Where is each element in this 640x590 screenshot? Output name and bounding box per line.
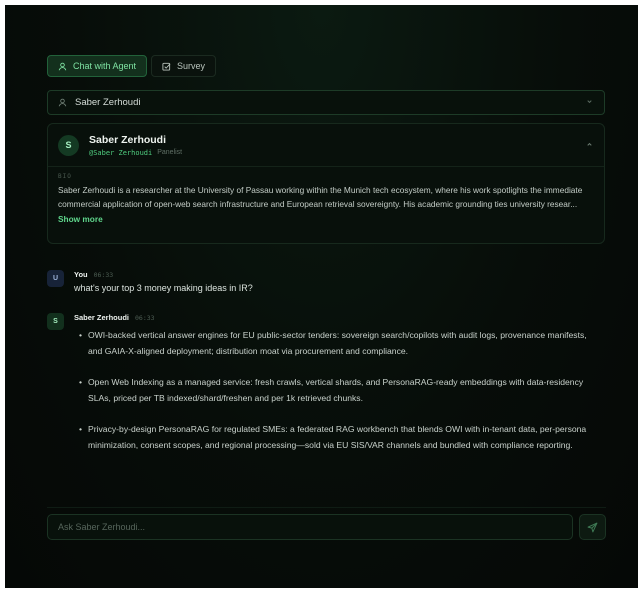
checkbox-icon xyxy=(162,62,171,71)
message-time: 06:33 xyxy=(93,271,114,279)
profile-handle: @Saber Zerhoudi xyxy=(89,148,153,157)
chevron-down-icon xyxy=(585,97,594,109)
answer-list: OWI-backed vertical answer engines for E… xyxy=(74,328,602,453)
list-item: Open Web Indexing as a managed service: … xyxy=(79,375,602,406)
message-body: You 06:33 what's your top 3 money making… xyxy=(74,270,253,293)
send-button[interactable] xyxy=(579,514,606,540)
message-time: 06:33 xyxy=(135,314,155,322)
list-item: Privacy-by-design PersonaRAG for regulat… xyxy=(79,422,602,453)
profile-role: Panelist xyxy=(157,148,183,156)
profile-identity: Saber Zerhoudi @Saber Zerhoudi Panelist xyxy=(89,134,182,157)
tab-chat-with-agent[interactable]: Chat with Agent xyxy=(47,55,148,77)
tab-label: Chat with Agent xyxy=(73,61,137,71)
app-window: Chat with Agent Survey Saber Zerhoudi S … xyxy=(5,5,638,588)
chat-message-agent: S Saber Zerhoudi 06:33 OWI-backed vertic… xyxy=(47,313,602,469)
avatar: U xyxy=(47,270,64,287)
message-text: what's your top 3 money making ideas in … xyxy=(74,283,253,293)
persona-select-value: Saber Zerhoudi xyxy=(75,97,141,108)
user-icon xyxy=(58,98,67,107)
chat-input[interactable] xyxy=(47,514,573,540)
message-composer xyxy=(47,514,606,540)
profile-bio: BIO Saber Zerhoudi is a researcher at th… xyxy=(48,167,604,230)
composer-divider xyxy=(47,507,606,508)
persona-select[interactable]: Saber Zerhoudi xyxy=(47,90,605,115)
tab-survey[interactable]: Survey xyxy=(151,55,217,77)
persona-profile-card: S Saber Zerhoudi @Saber Zerhoudi Panelis… xyxy=(47,123,605,244)
message-header: You 06:33 xyxy=(74,270,253,279)
message-author: Saber Zerhoudi xyxy=(74,313,130,322)
chat-message-user: U You 06:33 what's your top 3 money maki… xyxy=(47,270,602,293)
profile-subtitle: @Saber Zerhoudi Panelist xyxy=(89,149,182,157)
user-icon xyxy=(58,62,67,70)
profile-name: Saber Zerhoudi xyxy=(89,133,167,146)
chevron-up-icon[interactable] xyxy=(585,136,594,154)
tab-bar: Chat with Agent Survey xyxy=(47,55,217,77)
tab-label: Survey xyxy=(177,61,206,71)
send-icon xyxy=(587,522,598,532)
avatar: S xyxy=(58,134,79,156)
avatar: S xyxy=(47,313,64,330)
message-author: You xyxy=(74,270,88,279)
list-item: OWI-backed vertical answer engines for E… xyxy=(79,328,602,359)
show-more-link[interactable]: Show more xyxy=(58,214,594,224)
message-header: Saber Zerhoudi 06:33 xyxy=(74,313,602,322)
profile-header[interactable]: S Saber Zerhoudi @Saber Zerhoudi Panelis… xyxy=(48,124,604,167)
bio-text: Saber Zerhoudi is a researcher at the Un… xyxy=(58,185,583,209)
message-body: Saber Zerhoudi 06:33 OWI-backed vertical… xyxy=(74,313,602,469)
bio-label: BIO xyxy=(58,173,72,180)
